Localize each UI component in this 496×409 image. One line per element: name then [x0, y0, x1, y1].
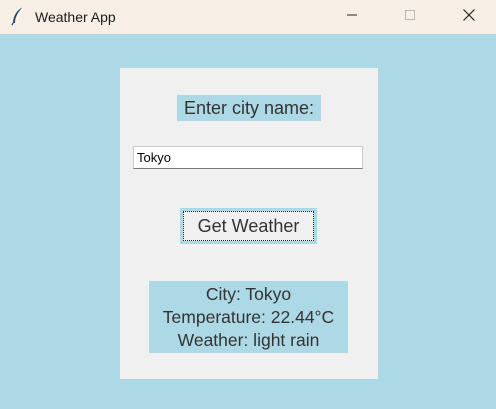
- minimize-icon: [346, 8, 358, 26]
- close-button[interactable]: [446, 0, 492, 34]
- feather-icon: [10, 6, 26, 26]
- title-bar[interactable]: Weather App: [0, 0, 496, 34]
- result-weather: Weather: light rain: [177, 330, 320, 350]
- button-frame: Get Weather: [180, 208, 317, 244]
- city-label: Enter city name:: [177, 95, 321, 121]
- minimize-button[interactable]: [329, 0, 375, 34]
- result-city: City: Tokyo: [205, 284, 292, 304]
- maximize-icon: [404, 8, 416, 26]
- get-weather-button[interactable]: Get Weather: [183, 211, 314, 241]
- app-window: Weather App Enter city name: Get Weather: [0, 0, 496, 409]
- maximize-button[interactable]: [387, 0, 433, 34]
- close-icon: [462, 8, 476, 27]
- result-temperature: Temperature: 22.44°C: [162, 307, 335, 327]
- weather-result: City: Tokyo Temperature: 22.44°C Weather…: [149, 281, 348, 353]
- city-input[interactable]: [133, 146, 363, 169]
- window-title: Weather App: [35, 9, 116, 25]
- main-panel: Enter city name: Get Weather City: Tokyo…: [120, 68, 378, 379]
